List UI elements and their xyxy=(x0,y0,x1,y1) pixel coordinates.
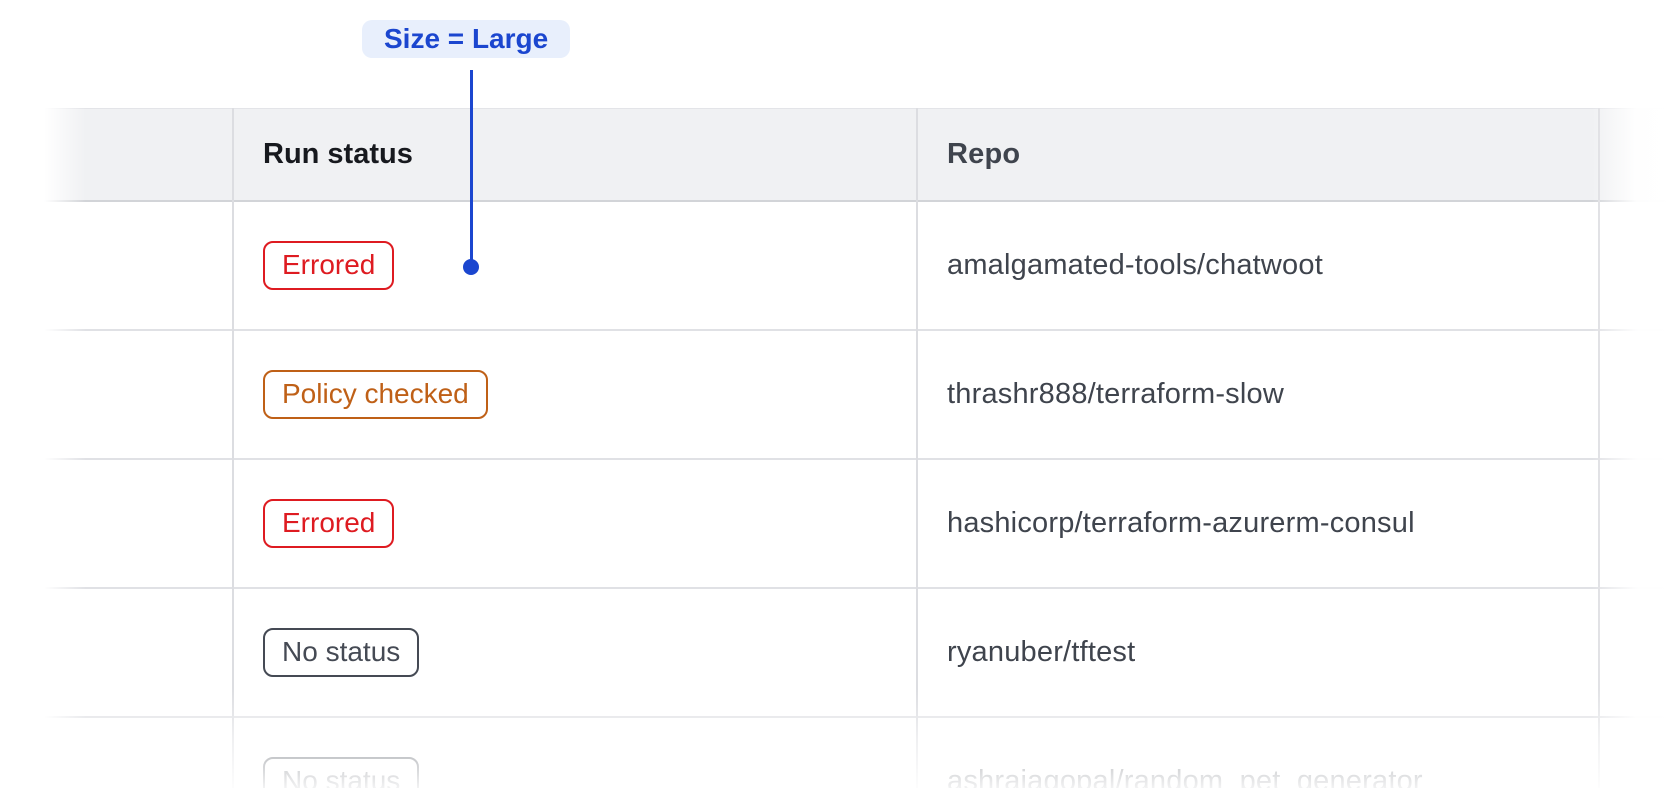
annotation-pointer-dot xyxy=(463,259,479,275)
row-cropped-cell xyxy=(1598,331,1672,458)
run-status-cell: Policy checked xyxy=(232,370,916,419)
table-row[interactable]: No status ryanuber/tftest xyxy=(42,589,1672,718)
column-divider xyxy=(1598,108,1600,788)
row-gutter-cell xyxy=(42,202,232,329)
header-cell-cropped xyxy=(1598,109,1672,200)
row-cropped-cell xyxy=(1598,460,1672,587)
status-badge: No status xyxy=(263,757,419,788)
repo-cell: thrashr888/terraform-slow xyxy=(916,378,1598,411)
status-badge: Errored xyxy=(263,241,394,290)
column-divider xyxy=(916,108,918,788)
table-row[interactable]: Errored amalgamated-tools/chatwoot xyxy=(42,202,1672,331)
row-gutter-cell xyxy=(42,331,232,458)
run-status-cell: No status xyxy=(232,628,916,677)
row-gutter-cell xyxy=(42,460,232,587)
table-row[interactable]: Errored hashicorp/terraform-azurerm-cons… xyxy=(42,460,1672,589)
header-cell-repo: Repo xyxy=(916,138,1598,171)
table-header-row: Run status Repo xyxy=(42,108,1672,202)
status-badge: Errored xyxy=(263,499,394,548)
row-cropped-cell xyxy=(1598,202,1672,329)
table-row[interactable]: Policy checked thrashr888/terraform-slow xyxy=(42,331,1672,460)
annotation-pointer-line xyxy=(470,70,473,262)
run-status-cell: No status xyxy=(232,757,916,788)
column-divider xyxy=(232,108,234,788)
table-row[interactable]: No status ashrajagopal/random_pet_genera… xyxy=(42,718,1672,788)
repo-cell: amalgamated-tools/chatwoot xyxy=(916,249,1598,282)
header-cell-empty xyxy=(42,109,232,200)
repo-cell: ashrajagopal/random_pet_generator xyxy=(916,765,1598,788)
row-cropped-cell xyxy=(1598,589,1672,716)
status-badge: No status xyxy=(263,628,419,677)
row-gutter-cell xyxy=(42,589,232,716)
status-badge: Policy checked xyxy=(263,370,488,419)
repo-cell: hashicorp/terraform-azurerm-consul xyxy=(916,507,1598,540)
header-cell-run-status: Run status xyxy=(232,138,916,171)
row-cropped-cell xyxy=(1598,718,1672,788)
row-gutter-cell xyxy=(42,718,232,788)
repo-cell: ryanuber/tftest xyxy=(916,636,1598,669)
size-annotation-label: Size = Large xyxy=(362,20,570,58)
run-status-cell: Errored xyxy=(232,499,916,548)
run-status-cell: Errored xyxy=(232,241,916,290)
runs-table: Run status Repo Errored amalgamated-tool… xyxy=(42,108,1672,788)
